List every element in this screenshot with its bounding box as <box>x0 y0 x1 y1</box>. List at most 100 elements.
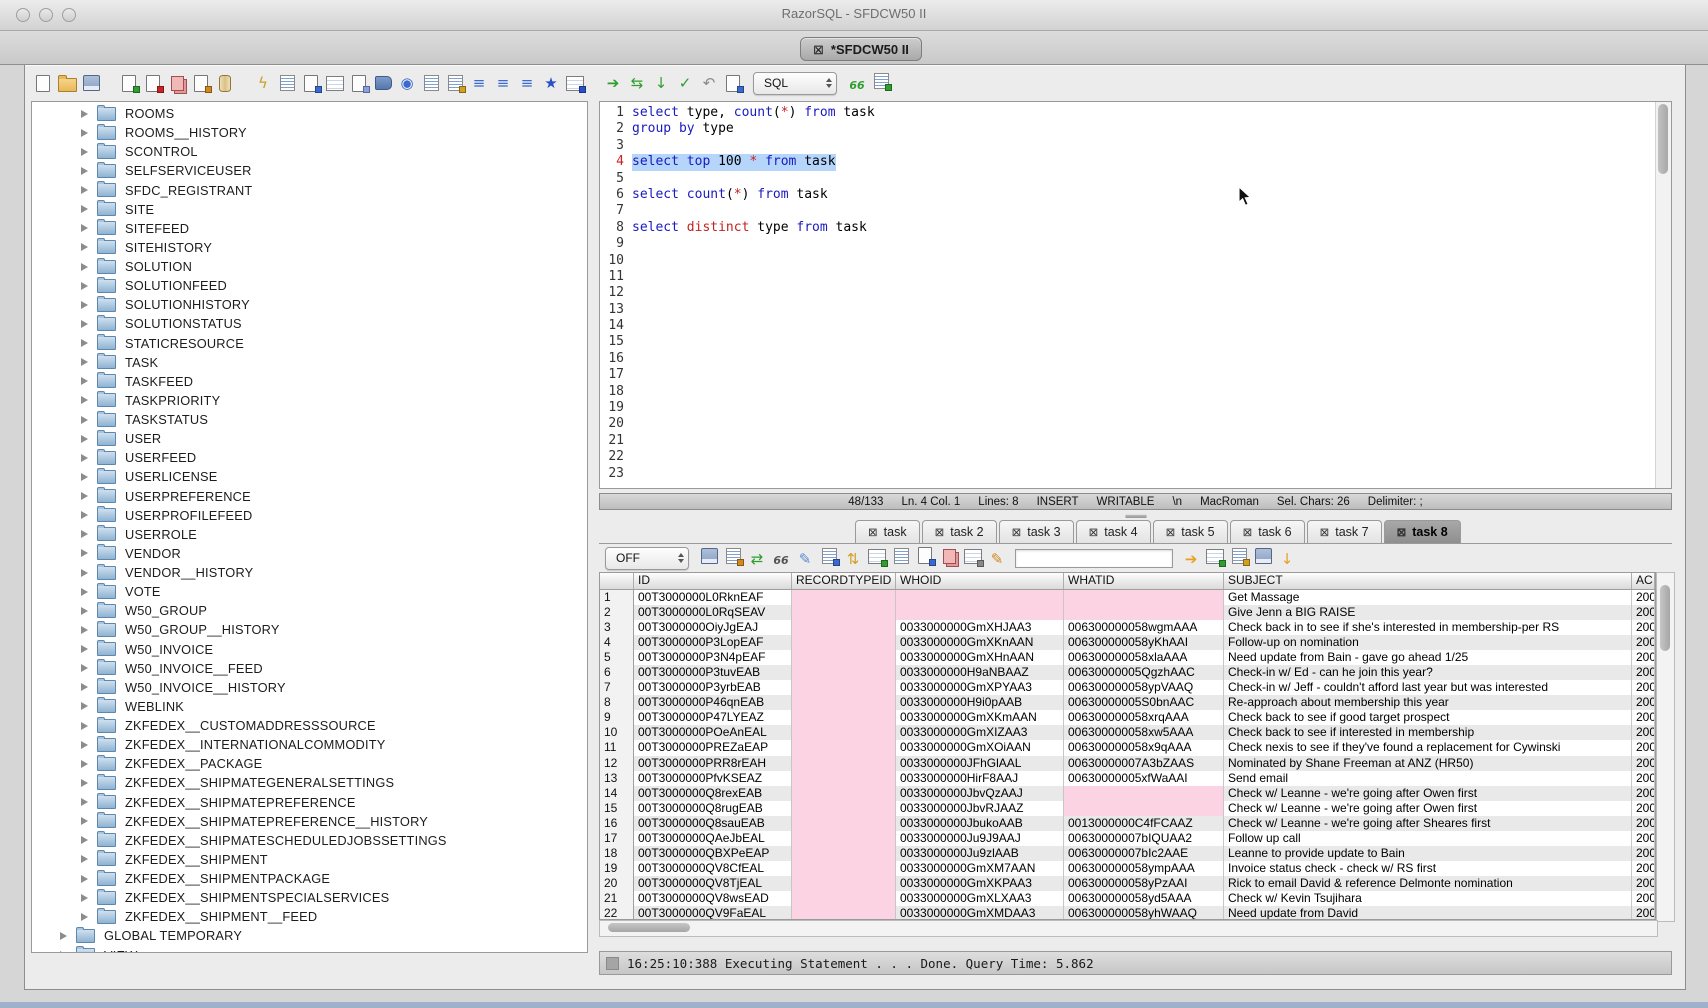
sidebar-item-zkfedex-package[interactable]: ZKFEDEX__PACKAGE <box>32 754 587 773</box>
document-tab[interactable]: ⊠ *SFDCW50 II <box>800 37 922 61</box>
expand-arrow-icon[interactable] <box>81 167 88 175</box>
table-star-icon[interactable] <box>564 72 586 94</box>
column-header-SUBJECT[interactable]: SUBJECT <box>1224 573 1632 589</box>
expand-arrow-icon[interactable] <box>81 875 88 883</box>
sidebar-item-zkfedex-shipment-feed[interactable]: ZKFEDEX__SHIPMENT__FEED <box>32 907 587 926</box>
undo-icon[interactable]: ↶ <box>698 72 720 94</box>
execute-fetch-icon[interactable]: ⇆ <box>626 72 648 94</box>
result-tab-task-6[interactable]: ⊠task 6 <box>1230 520 1305 543</box>
sidebar-item-userfeed[interactable]: USERFEED <box>32 448 587 467</box>
sidebar-item-zkfedex-customaddresssource[interactable]: ZKFEDEX__CUSTOMADDRESSSOURCE <box>32 716 587 735</box>
file-table-icon[interactable] <box>324 72 346 94</box>
close-tab-icon[interactable]: ⊠ <box>1012 525 1022 539</box>
sidebar-item-zkfedex-shipment[interactable]: ZKFEDEX__SHIPMENT <box>32 850 587 869</box>
column-header-WHATID[interactable]: WHATID <box>1064 573 1224 589</box>
doc-view-icon[interactable] <box>914 545 936 567</box>
table-row[interactable]: 1400T3000000Q8rexEAB0033000000JbvQzAAJCh… <box>600 786 1655 801</box>
sidebar-item-w50-group[interactable]: W50_GROUP <box>32 601 587 620</box>
expand-arrow-icon[interactable] <box>81 473 88 481</box>
table-refresh-icon[interactable] <box>866 546 888 568</box>
sidebar-item-w50-group-history[interactable]: W50_GROUP__HISTORY <box>32 620 587 639</box>
sidebar-item-user[interactable]: USER <box>32 429 587 448</box>
file-search-icon[interactable] <box>300 72 322 94</box>
expand-arrow-icon[interactable] <box>81 416 88 424</box>
expand-arrow-icon[interactable] <box>81 454 88 462</box>
database-object-icon[interactable] <box>214 72 236 94</box>
sidebar-item-zkfedex-shipmatepreference[interactable]: ZKFEDEX__SHIPMATEPREFERENCE <box>32 793 587 812</box>
edit-document-icon[interactable] <box>348 72 370 94</box>
close-tab-icon[interactable]: ⊠ <box>1397 525 1407 539</box>
tree-view-icon[interactable] <box>818 545 840 567</box>
expand-arrow-icon[interactable] <box>81 492 88 500</box>
expand-arrow-icon[interactable] <box>81 645 88 653</box>
sidebar-item-w50-invoice-feed[interactable]: W50_INVOICE__FEED <box>32 659 587 678</box>
column-header-WHOID[interactable]: WHOID <box>896 573 1064 589</box>
expand-arrow-icon[interactable] <box>81 435 88 443</box>
expand-arrow-icon[interactable] <box>81 760 88 768</box>
quotes-66-icon[interactable]: 66 <box>846 74 868 96</box>
table-row[interactable]: 700T3000000P3yrbEAB0033000000GmXPYAA3006… <box>600 680 1655 695</box>
column-header-ID[interactable]: ID <box>634 573 792 589</box>
table-row[interactable]: 100T3000000L0RknEAFGet Massage2006 <box>600 590 1655 605</box>
sidebar-item-zkfedex-shipmatescheduledjobssettings[interactable]: ZKFEDEX__SHIPMATESCHEDULEDJOBSSETTINGS <box>32 831 587 850</box>
open-file-icon[interactable] <box>56 72 78 94</box>
table-row[interactable]: 300T3000000OiyJgEAJ0033000000GmXHJAA3006… <box>600 620 1655 635</box>
results-horizontal-scrollbar[interactable] <box>599 920 1658 937</box>
close-tab-icon[interactable]: ⊠ <box>1243 525 1253 539</box>
expand-arrow-icon[interactable] <box>81 301 88 309</box>
format-sql-icon[interactable]: ≡ <box>516 72 538 94</box>
align-left-icon[interactable]: ≡ <box>468 72 490 94</box>
download-arrow-icon[interactable]: ↓ <box>1276 549 1298 571</box>
sidebar-item-zkfedex-shipmentpackage[interactable]: ZKFEDEX__SHIPMENTPACKAGE <box>32 869 587 888</box>
sidebar-item-rooms-history[interactable]: ROOMS__HISTORY <box>32 123 587 142</box>
sidebar-item-zkfedex-shipmentspecialservices[interactable]: ZKFEDEX__SHIPMENTSPECIALSERVICES <box>32 888 587 907</box>
table-row[interactable]: 1900T3000000QV8CfEAL0033000000GmXM7AAN00… <box>600 861 1655 876</box>
list-view-icon[interactable] <box>890 545 912 567</box>
close-tab-icon[interactable]: ⊠ <box>868 525 878 539</box>
sidebar-item-weblink[interactable]: WEBLINK <box>32 697 587 716</box>
edit-cell-icon[interactable]: ✎ <box>794 549 816 571</box>
result-tab-task-3[interactable]: ⊠task 3 <box>999 520 1074 543</box>
scrollbar-thumb[interactable] <box>608 923 690 932</box>
go-arrow-icon[interactable]: ➔ <box>1180 549 1202 571</box>
save-grid-icon[interactable] <box>1252 545 1274 567</box>
fetch-down-icon[interactable]: ↓ <box>650 72 672 94</box>
table-row[interactable]: 600T3000000P3tuvEAB0033000000H9aNBAAZ006… <box>600 665 1655 680</box>
describe-hand-icon[interactable] <box>444 72 466 94</box>
export-data-icon[interactable] <box>142 72 164 94</box>
expand-arrow-icon[interactable] <box>81 148 88 156</box>
copy-table-icon[interactable] <box>166 72 188 94</box>
table-row[interactable]: 500T3000000P3N4pEAF0033000000GmXHnAAN006… <box>600 650 1655 665</box>
table-edit-icon[interactable] <box>1204 546 1226 568</box>
sidebar-item-global-temporary[interactable]: GLOBAL TEMPORARY <box>32 926 587 945</box>
table-row[interactable]: 2000T3000000QV8TjEAL0033000000GmXKPAA300… <box>600 876 1655 891</box>
sidebar-item-vendor[interactable]: VENDOR <box>32 544 587 563</box>
help-book-icon[interactable] <box>372 72 394 94</box>
save-file-icon[interactable] <box>80 72 102 94</box>
sidebar-item-w50-invoice-history[interactable]: W50_INVOICE__HISTORY <box>32 678 587 697</box>
expand-arrow-icon[interactable] <box>81 377 88 385</box>
save-results-icon[interactable] <box>698 545 720 567</box>
expand-arrow-icon[interactable] <box>81 855 88 863</box>
sidebar-item-sitehistory[interactable]: SITEHISTORY <box>32 238 587 257</box>
column-header-AC[interactable]: AC <box>1632 573 1655 589</box>
edit-filter-icon[interactable] <box>722 545 744 567</box>
result-tab-task-4[interactable]: ⊠task 4 <box>1076 520 1151 543</box>
expand-arrow-icon[interactable] <box>81 530 88 538</box>
sidebar-item-staticresource[interactable]: STATICRESOURCE <box>32 334 587 353</box>
results-filter-input[interactable] <box>1015 549 1173 568</box>
sql-editor[interactable]: 1select type, count(*) from task2group b… <box>599 101 1672 489</box>
table-row[interactable]: 400T3000000P3LopEAF0033000000GmXKnAAN006… <box>600 635 1655 650</box>
expand-arrow-icon[interactable] <box>81 588 88 596</box>
sidebar-item-selfserviceuser[interactable]: SELFSERVICEUSER <box>32 161 587 180</box>
sidebar-item-zkfedex-shipmatepreference-history[interactable]: ZKFEDEX__SHIPMATEPREFERENCE__HISTORY <box>32 812 587 831</box>
sidebar-item-w50-invoice[interactable]: W50_INVOICE <box>32 640 587 659</box>
close-tab-icon[interactable]: ⊠ <box>1166 525 1176 539</box>
scrollbar-thumb[interactable] <box>1658 104 1668 174</box>
export-insert-icon[interactable] <box>190 72 212 94</box>
expand-arrow-icon[interactable] <box>81 320 88 328</box>
table-row[interactable]: 1000T3000000POeAnEAL0033000000GmXIZAA300… <box>600 725 1655 740</box>
favorites-star-icon[interactable]: ★ <box>540 72 562 94</box>
sidebar-item-userprofilefeed[interactable]: USERPROFILEFEED <box>32 506 587 525</box>
expand-arrow-icon[interactable] <box>81 722 88 730</box>
